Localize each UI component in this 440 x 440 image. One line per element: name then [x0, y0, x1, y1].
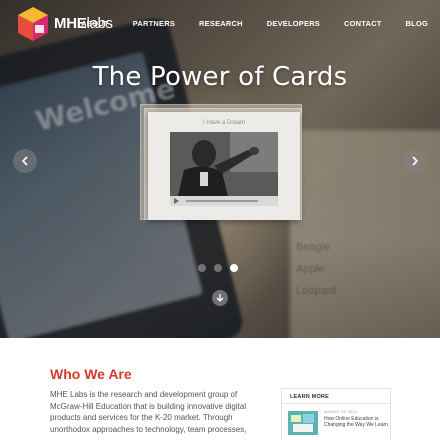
slide-dot[interactable] — [214, 264, 222, 272]
hero-banner: Welcome Beagle Apple Leopard MHElabs ABO… — [0, 0, 440, 338]
featured-card[interactable]: I Have a Dream — [148, 112, 300, 220]
top-navigation-bar: MHElabs ABOUT PARTNERS RESEARCH DEVELOPE… — [0, 0, 440, 48]
video-controls[interactable] — [170, 196, 278, 206]
slide-pagination — [198, 264, 238, 272]
nav-item-contact[interactable]: CONTACT — [344, 19, 382, 28]
article-headline-link[interactable]: How Online Education is Changing the Way… — [324, 416, 388, 429]
article-thumbnail[interactable] — [288, 411, 318, 435]
mhe-labs-logo-icon[interactable] — [16, 6, 50, 42]
speaker-photo — [170, 132, 278, 196]
thumbnail-shape — [293, 424, 313, 432]
nav-item-partners[interactable]: PARTNERS — [133, 19, 175, 28]
card-stack[interactable]: I Have a Dream — [140, 104, 302, 220]
body-line: McGraw-Hill Education that is building i… — [50, 401, 247, 411]
nav-item-developers[interactable]: DEVELOPERS — [267, 19, 320, 28]
learn-more-widget: LEARN MORE AUGUST 29, 2012 How Online Ed… — [281, 388, 391, 440]
play-icon[interactable] — [174, 198, 179, 204]
slide-dot-active[interactable] — [230, 264, 238, 272]
who-we-are-section: Who We Are MHE Labs is the research and … — [0, 338, 440, 440]
divider — [282, 403, 390, 404]
article-date: AUGUST 29, 2012 — [324, 410, 357, 414]
section-body: MHE Labs is the research and development… — [50, 389, 262, 435]
scroll-down-button[interactable] — [212, 290, 228, 306]
video-progress-bar[interactable] — [186, 200, 258, 202]
nav-item-research[interactable]: RESEARCH — [199, 19, 243, 28]
arrow-down-icon — [216, 294, 224, 302]
section-title: Who We Are — [50, 366, 132, 382]
chevron-left-icon — [21, 156, 28, 166]
nav-item-about[interactable]: ABOUT — [81, 19, 109, 28]
body-line: MHE Labs is the research and development… — [50, 390, 238, 399]
body-line: products and services for the K-20 marke… — [50, 413, 233, 423]
chevron-right-icon — [412, 156, 419, 166]
thumbnail-shape — [303, 414, 314, 423]
hero-title: The Power of Cards — [92, 62, 348, 92]
card-video-player[interactable] — [170, 132, 278, 206]
card-heading: I Have a Dream — [202, 120, 245, 126]
body-line: unorthodox approaches to technology, tea… — [50, 424, 247, 434]
thumbnail-shape — [291, 415, 301, 422]
main-nav: ABOUT PARTNERS RESEARCH DEVELOPERS CONTA… — [57, 19, 428, 28]
learn-more-title: LEARN MORE — [290, 394, 329, 400]
nav-item-blog[interactable]: BLOG — [406, 19, 428, 28]
slide-dot[interactable] — [198, 264, 206, 272]
previous-slide-button[interactable] — [13, 149, 37, 173]
next-slide-button[interactable] — [403, 149, 427, 173]
